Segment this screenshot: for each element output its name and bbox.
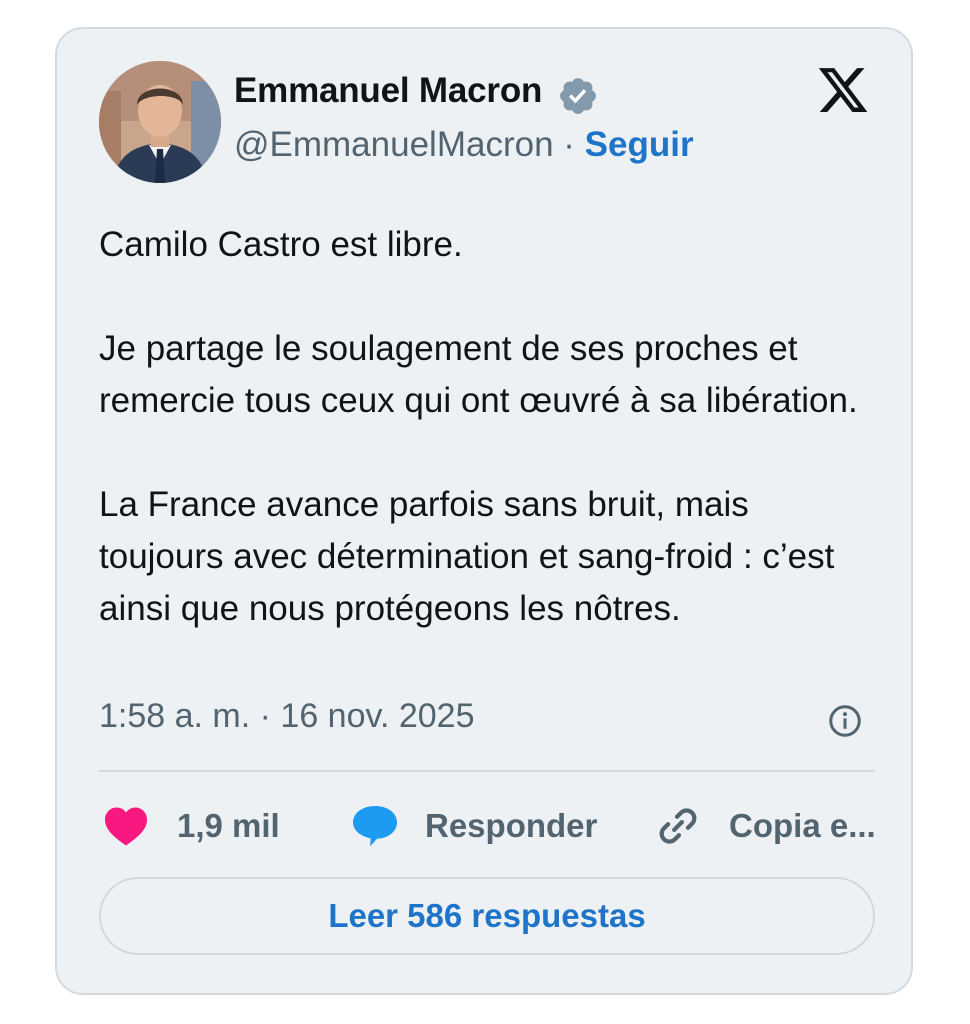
reply-label: Responder [425, 807, 598, 844]
tweet-paragraph: Je partage le soulagement de ses proches… [99, 329, 858, 420]
tweet-timestamp[interactable]: 1:58 a. m. · 16 nov. 2025 [99, 697, 475, 736]
divider [99, 770, 875, 772]
author-handle[interactable]: @EmmanuelMacron [234, 125, 554, 164]
read-replies-button[interactable]: Leer 586 respuestas [99, 877, 875, 955]
tweet-paragraph: Camilo Castro est libre. [99, 225, 463, 264]
copy-link-label: Copia e... [729, 807, 876, 844]
heart-icon [105, 807, 147, 846]
x-logo-icon[interactable] [815, 63, 871, 117]
follow-button[interactable]: Seguir [585, 125, 694, 164]
author-name[interactable]: Emmanuel Macron [234, 71, 542, 111]
tweet-text: Camilo Castro est libre. Je partage le s… [99, 219, 879, 635]
handle-separator: · [563, 125, 575, 164]
tweet-paragraph: La France avance parfois sans bruit, mai… [99, 485, 835, 628]
info-icon[interactable] [827, 703, 863, 739]
link-icon [659, 808, 697, 844]
like-button[interactable]: 1,9 mil [103, 802, 280, 850]
reply-button[interactable]: Responder [351, 802, 597, 850]
embedded-tweet-card: Emmanuel Macron @EmmanuelMacron · Seguir… [55, 27, 913, 995]
author-handle-row: @EmmanuelMacron · Seguir [234, 125, 694, 165]
avatar[interactable] [99, 61, 221, 183]
like-count: 1,9 mil [177, 807, 280, 844]
verified-badge-icon [560, 78, 596, 114]
speech-bubble-icon [353, 806, 397, 847]
copy-link-button[interactable]: Copia e... [655, 802, 876, 850]
